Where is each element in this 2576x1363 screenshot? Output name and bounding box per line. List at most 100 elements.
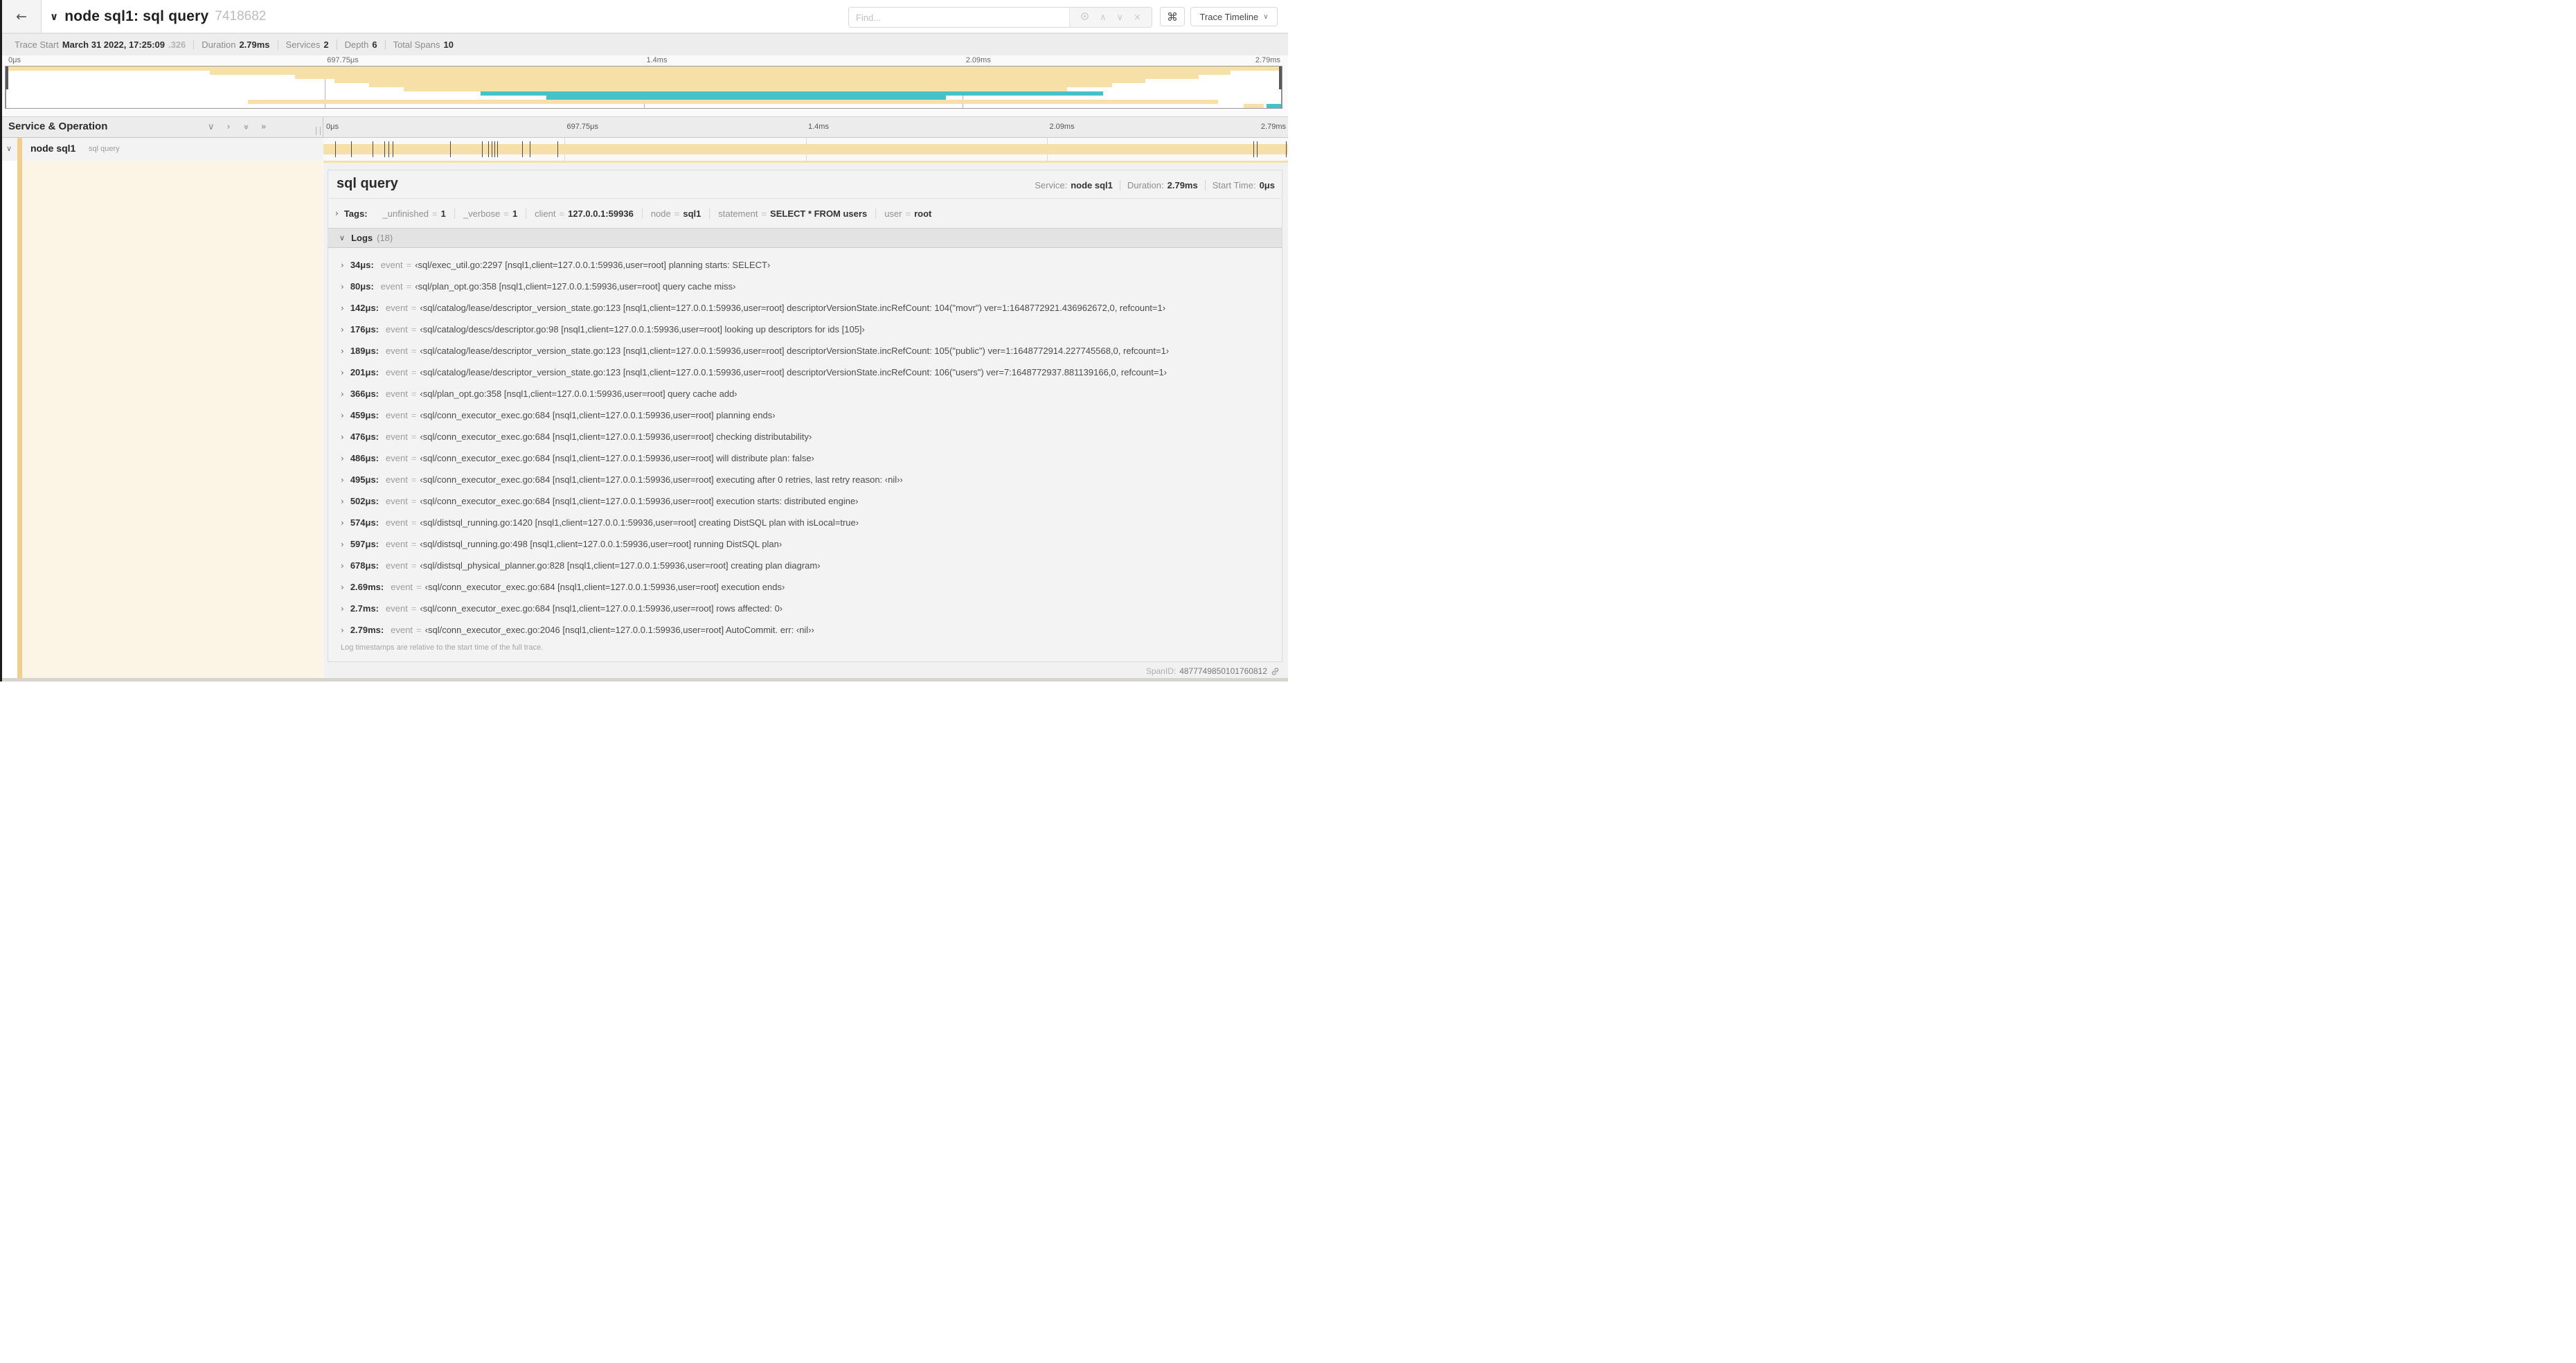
log-marker[interactable] — [388, 141, 390, 157]
log-row[interactable]: › 201μs: event = ‹sql/catalog/lease/descript… — [328, 362, 1282, 383]
copy-link-icon[interactable] — [1271, 667, 1280, 676]
back-button[interactable]: ← — [2, 0, 42, 33]
log-field-value: ‹sql/conn_executor_exec.go:684 [nsql1,cl… — [420, 474, 903, 485]
log-marker[interactable] — [482, 141, 483, 157]
span-row-timeline — [323, 138, 1288, 161]
log-field-value: ‹sql/plan_opt.go:358 [nsql1,client=127.0… — [420, 389, 737, 399]
log-row[interactable]: › 495μs: event = ‹sql/conn_executor_exec.go:… — [328, 469, 1282, 490]
log-row[interactable]: › 366μs: event = ‹sql/plan_opt.go:358 [nsql1… — [328, 383, 1282, 404]
log-field-key: event — [386, 539, 408, 549]
chevron-down-icon: ∨ — [339, 233, 346, 242]
summary-value: 2 — [323, 39, 329, 50]
tags-label: Tags: — [343, 208, 368, 219]
log-row[interactable]: › 486μs: event = ‹sql/conn_executor_exec.go:… — [328, 447, 1282, 469]
clear-search-icon[interactable]: × — [1134, 13, 1141, 22]
minimap-canvas[interactable] — [5, 66, 1282, 109]
prev-match-icon[interactable]: ∧ — [1100, 13, 1107, 22]
log-marker[interactable] — [350, 141, 352, 157]
log-field-key: event — [386, 517, 408, 528]
log-marker[interactable] — [497, 141, 498, 157]
equals-sign: = — [416, 582, 422, 592]
collapse-all-icon[interactable]: » — [240, 125, 251, 130]
span-id-row: SpanID: 4877749850101760812 — [1146, 666, 1280, 676]
span-collapse-chevron-icon[interactable]: ∨ — [6, 144, 12, 153]
chevron-right-icon: › — [341, 303, 344, 313]
log-field-value: ‹sql/distsql_physical_planner.go:828 [ns… — [420, 560, 821, 571]
log-field-value: ‹sql/distsql_running.go:1420 [nsql1,clie… — [420, 517, 859, 528]
log-field-value: ‹sql/conn_executor_exec.go:684 [nsql1,cl… — [420, 410, 776, 420]
log-marker[interactable] — [488, 141, 489, 157]
minimap-scrubber-right[interactable] — [1279, 66, 1282, 89]
chevron-right-icon: › — [341, 474, 344, 485]
summary-total-spans: Total Spans 10 — [386, 39, 461, 50]
log-field-key: event — [386, 431, 408, 442]
find-buttons: ∧ ∨ × — [1069, 8, 1152, 27]
service-name: node sql1 — [30, 143, 76, 154]
logs-accordion-toggle[interactable]: ∨ Logs (18) — [328, 228, 1282, 248]
expand-one-icon[interactable]: › — [227, 123, 231, 132]
log-timestamp: 142μs: — [350, 303, 379, 313]
log-row[interactable]: › 80μs: event = ‹sql/plan_opt.go:358 [nsql1,… — [328, 276, 1282, 297]
next-match-icon[interactable]: ∨ — [1117, 13, 1124, 22]
log-row[interactable]: › 459μs: event = ‹sql/conn_executor_exec.go:… — [328, 404, 1282, 426]
focus-match-icon[interactable] — [1080, 12, 1089, 23]
tag-value: 1 — [512, 208, 518, 219]
log-row[interactable]: › 2.79ms: event = ‹sql/conn_executor_exec.go… — [328, 619, 1282, 641]
log-marker[interactable] — [1286, 141, 1287, 157]
log-marker[interactable] — [1257, 141, 1258, 157]
keyboard-shortcuts-button[interactable]: ⌘ — [1160, 7, 1185, 26]
summary-value: 6 — [372, 39, 377, 50]
log-row[interactable]: › 176μs: event = ‹sql/catalog/descs/descript… — [328, 319, 1282, 340]
log-marker[interactable] — [384, 141, 385, 157]
tag-item: client = 127.0.0.1:59936 — [526, 208, 643, 219]
tag-value: root — [914, 208, 932, 219]
summary-duration: Duration 2.79ms — [194, 39, 278, 50]
expand-all-icon[interactable]: » — [261, 123, 267, 132]
log-row[interactable]: › 597μs: event = ‹sql/distsql_running.go:498… — [328, 533, 1282, 555]
window-left-edge — [0, 0, 2, 682]
minimap-scrubber-left[interactable] — [6, 66, 8, 89]
tag-key: _unfinished — [382, 208, 429, 219]
log-marker[interactable] — [557, 141, 559, 157]
tag-value: SELECT * FROM users — [770, 208, 868, 219]
log-marker[interactable] — [449, 141, 451, 157]
log-timestamp: 495μs: — [350, 474, 379, 485]
log-row[interactable]: › 476μs: event = ‹sql/conn_executor_exec.go:… — [328, 426, 1282, 447]
log-row[interactable]: › 2.7ms: event = ‹sql/conn_executor_exec.go:… — [328, 598, 1282, 619]
collapse-one-icon[interactable]: ∨ — [208, 123, 215, 132]
log-field-value: ‹sql/catalog/lease/descriptor_version_st… — [420, 346, 1170, 356]
summary-trace-start: Trace Start March 31 2022, 17:25:09.326 — [7, 39, 195, 50]
log-row[interactable]: › 34μs: event = ‹sql/exec_util.go:2297 [nsql… — [328, 254, 1282, 276]
chevron-right-icon: › — [341, 281, 344, 292]
column-resizer[interactable] — [316, 127, 321, 135]
equals-sign: = — [406, 281, 412, 292]
tag-key: user — [884, 208, 902, 219]
detail-service: Service: node sql1 — [1028, 180, 1120, 190]
service-operation-header: Service & Operation — [8, 121, 108, 132]
log-row[interactable]: › 502μs: event = ‹sql/conn_executor_exec.go:… — [328, 490, 1282, 512]
log-field-key: event — [386, 389, 408, 399]
log-marker[interactable] — [334, 141, 336, 157]
log-marker[interactable] — [1253, 141, 1255, 157]
log-row[interactable]: › 142μs: event = ‹sql/catalog/lease/descript… — [328, 297, 1282, 319]
trace-view-selector[interactable]: Trace Timeline ∨ — [1190, 7, 1278, 26]
log-marker[interactable] — [494, 141, 496, 157]
collapse-trace-chevron-icon[interactable]: ∨ — [50, 10, 58, 23]
log-row[interactable]: › 189μs: event = ‹sql/catalog/lease/descript… — [328, 340, 1282, 362]
span-name-cell[interactable]: ∨ node sql1 sql query — [0, 138, 323, 161]
log-row[interactable]: › 2.69ms: event = ‹sql/conn_executor_exec.go… — [328, 576, 1282, 598]
meta-label: Start Time: — [1212, 180, 1256, 190]
card-divider — [330, 198, 1280, 199]
tags-accordion-toggle[interactable]: › Tags: _unfinished = 1 _verbose = 1 client = 12… — [335, 206, 1282, 221]
equals-sign: = — [411, 496, 417, 506]
log-row[interactable]: › 574μs: event = ‹sql/distsql_running.go:142… — [328, 512, 1282, 533]
title-wrap: ∨ node sql1: sql query 7418682 — [50, 0, 266, 33]
log-row[interactable]: › 678μs: event = ‹sql/distsql_physical_plann… — [328, 555, 1282, 576]
summary-label: Duration — [202, 39, 236, 50]
find-input[interactable] — [849, 8, 1069, 27]
span-duration-bar[interactable] — [323, 144, 1288, 154]
log-marker[interactable] — [521, 141, 523, 157]
span-id-label: SpanID: — [1145, 666, 1177, 676]
equals-sign: = — [411, 603, 417, 614]
detail-start-time: Start Time: 0μs — [1206, 180, 1275, 190]
